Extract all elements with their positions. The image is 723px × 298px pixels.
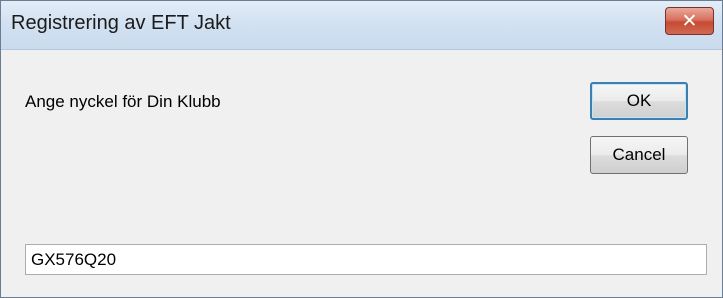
close-button[interactable]: ✕ [665,7,714,35]
prompt-label: Ange nyckel för Din Klubb [25,92,221,111]
dialog-content: Ange nyckel för Din Klubb OK Cancel [1,50,722,297]
window-title: Registrering av EFT Jakt [11,12,231,34]
ok-button[interactable]: OK [590,82,688,120]
key-input[interactable] [25,244,707,275]
close-icon: ✕ [681,9,698,32]
cancel-button[interactable]: Cancel [590,136,688,174]
title-bar[interactable]: Registrering av EFT Jakt ✕ [1,1,722,50]
dialog-window: Registrering av EFT Jakt ✕ Ange nyckel f… [0,0,723,298]
